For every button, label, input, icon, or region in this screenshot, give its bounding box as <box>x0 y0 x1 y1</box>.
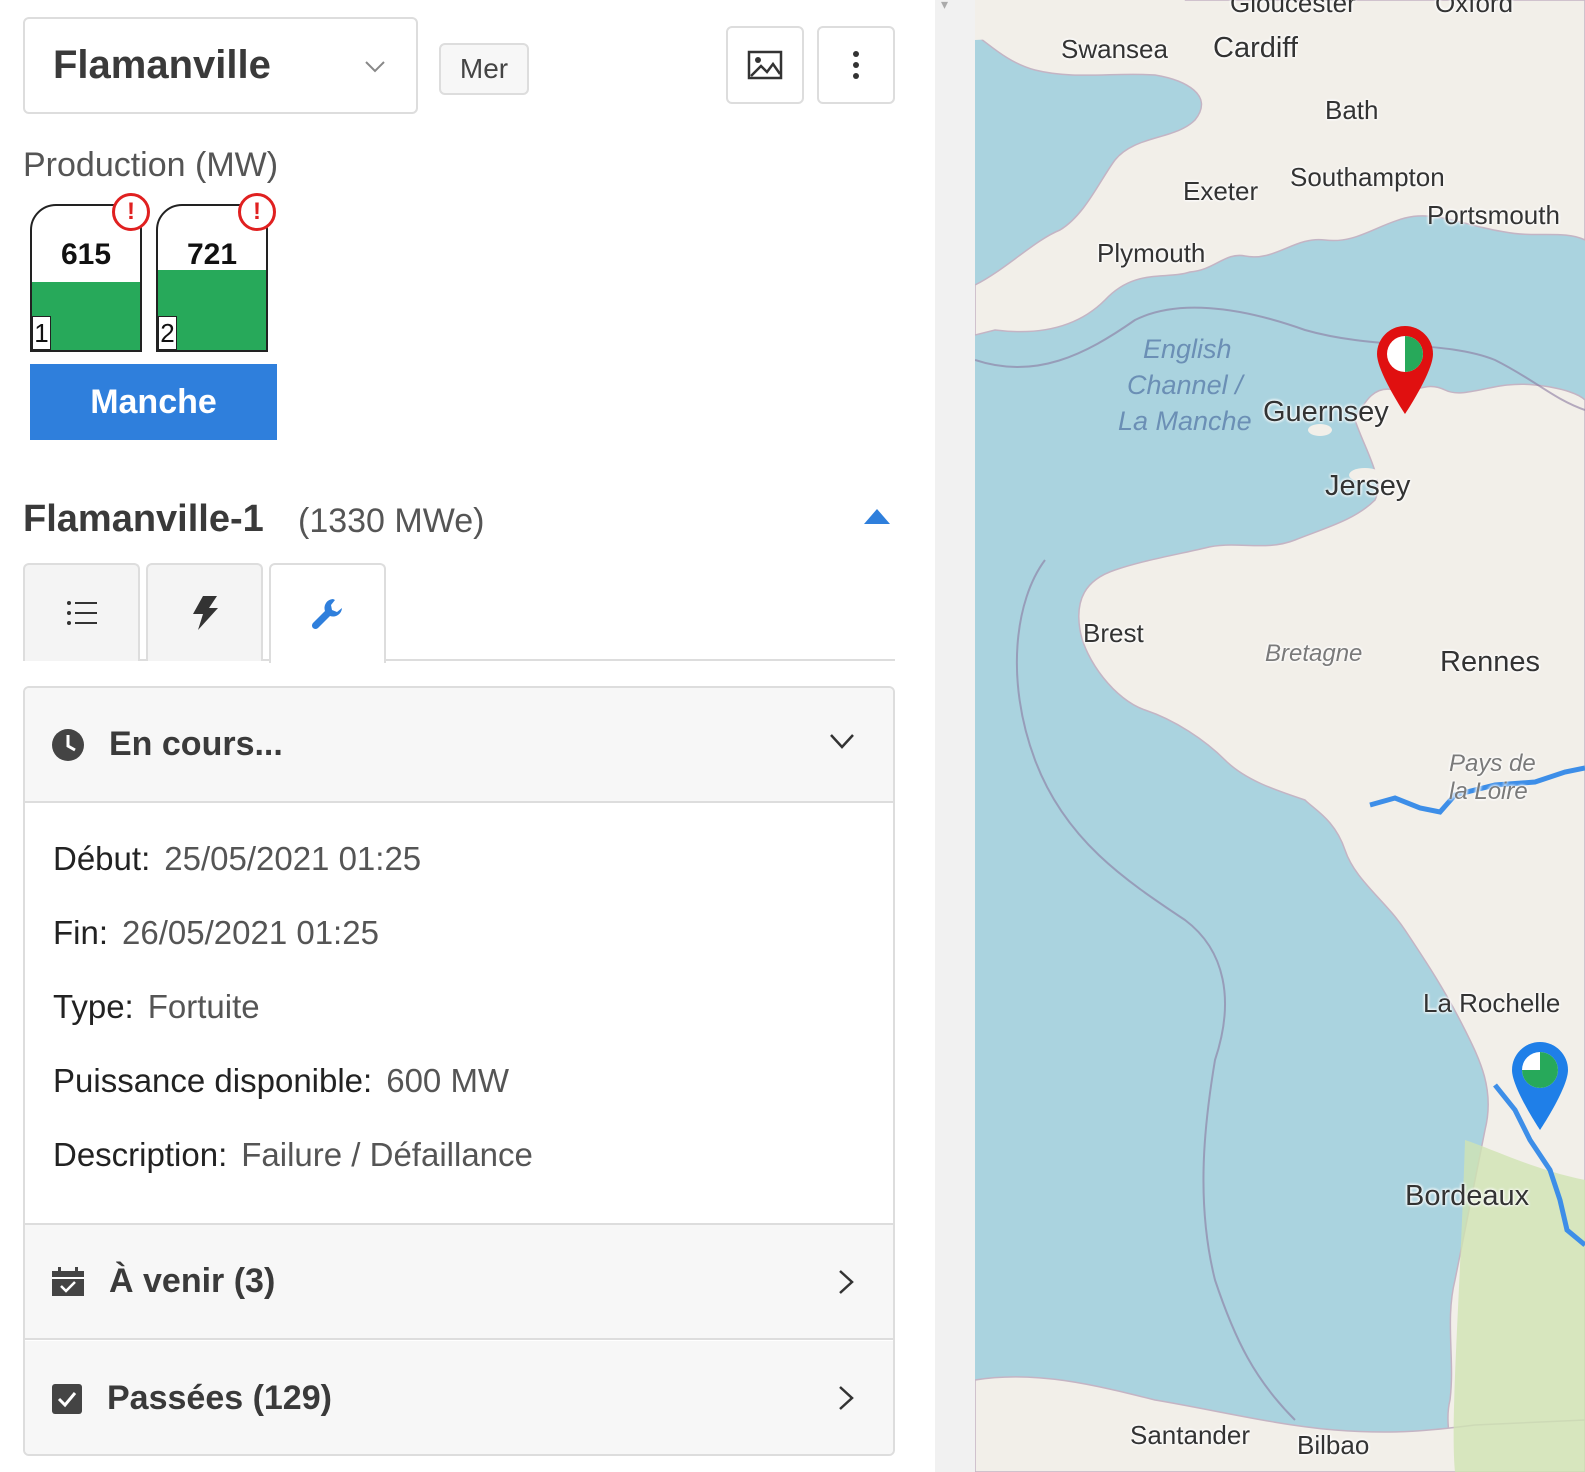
unit-title: Flamanville-1 <box>23 498 264 540</box>
image-icon <box>747 50 783 80</box>
collapse-handle-icon[interactable]: ▾ <box>941 0 961 11</box>
map-label-channel: Channel / <box>1127 370 1243 400</box>
tab-list[interactable] <box>23 563 140 661</box>
map-label-brest: Brest <box>1083 618 1144 648</box>
map-label-bordeaux: Bordeaux <box>1405 1180 1530 1212</box>
past-events-title: Passées (129) <box>107 1379 332 1417</box>
map-label-guernsey: Guernsey <box>1263 396 1389 428</box>
region-button[interactable]: Manche <box>30 364 277 440</box>
image-button[interactable] <box>726 26 804 104</box>
calendar-check-icon <box>52 1266 84 1296</box>
detail-row-type: Type: Fortuite <box>53 988 260 1025</box>
detail-row-start: Début: 25/05/2021 01:25 <box>53 840 422 877</box>
map-label-portsmouth: Portsmouth <box>1427 200 1560 230</box>
more-button[interactable] <box>817 26 895 104</box>
current-events-header[interactable]: En cours... <box>25 688 893 803</box>
site-panel: Flamanville Mer Production (MW) 615 1 ! … <box>0 0 935 1472</box>
map-label-bretagne: Bretagne <box>1265 640 1363 667</box>
map-label-gloucester: Gloucester <box>1230 0 1356 18</box>
current-events-title: En cours... <box>109 725 283 763</box>
map-label-southampton: Southampton <box>1290 162 1445 192</box>
map-label-la-rochelle: La Rochelle <box>1423 988 1561 1018</box>
map-label-oxford: Oxford <box>1435 0 1514 18</box>
clock-icon <box>52 728 84 761</box>
gauge-value: 721 <box>186 238 238 271</box>
wrench-icon <box>311 599 342 630</box>
production-label: Production (MW) <box>23 146 279 184</box>
gauge-index: 1 <box>32 316 51 350</box>
alert-icon: ! <box>238 193 276 231</box>
chevron-right-icon <box>839 1270 854 1294</box>
map-label-la-manche: La Manche <box>1118 406 1252 436</box>
map-label-plymouth: Plymouth <box>1097 238 1206 268</box>
alert-icon: ! <box>112 193 150 231</box>
detail-row-power: Puissance disponible: 600 MW <box>53 1062 510 1099</box>
map-label-swansea: Swansea <box>1061 34 1168 64</box>
chevron-down-icon <box>830 734 854 749</box>
unit-capacity: (1330 MWe) <box>298 502 485 540</box>
more-vertical-icon <box>853 51 859 79</box>
tab-production[interactable] <box>146 563 263 661</box>
chevron-down-icon <box>365 61 385 73</box>
site-type-tag: Mer <box>439 43 529 95</box>
map-label-jersey: Jersey <box>1325 470 1411 502</box>
checkbox-icon <box>52 1383 82 1414</box>
upcoming-events-header[interactable]: À venir (3) <box>25 1225 893 1340</box>
map-label-exeter: Exeter <box>1183 176 1259 206</box>
list-icon <box>66 601 97 625</box>
chevron-right-icon <box>839 1386 854 1410</box>
panel-resize-divider[interactable]: ▾ <box>935 0 975 1472</box>
current-event-details: Début: 25/05/2021 01:25 Fin: 26/05/2021 01… <box>25 804 893 1225</box>
lightning-icon <box>192 596 218 630</box>
tab-maintenance[interactable] <box>269 563 386 663</box>
map-label-bath: Bath <box>1325 95 1379 125</box>
detail-row-description: Description: Failure / Défaillance <box>53 1136 533 1173</box>
upcoming-events-title: À venir (3) <box>109 1262 276 1300</box>
map-view[interactable]: Gloucester Oxford Swansea Cardiff Bath E… <box>975 0 1585 1472</box>
map-label-bilbao: Bilbao <box>1297 1430 1370 1460</box>
map-label-cardiff: Cardiff <box>1213 32 1298 64</box>
unit-tabs <box>23 563 895 663</box>
map-label-english: English <box>1143 334 1232 364</box>
gauge-index: 2 <box>158 316 177 350</box>
map-label-santander: Santander <box>1130 1420 1250 1450</box>
past-events-header[interactable]: Passées (129) <box>25 1341 893 1454</box>
map-label-pays-de: Pays de <box>1449 750 1536 777</box>
map-label-rennes: Rennes <box>1440 646 1540 678</box>
map-label-la-loire: la Loire <box>1449 778 1528 805</box>
site-select[interactable]: Flamanville <box>23 17 418 114</box>
detail-row-end: Fin: 26/05/2021 01:25 <box>53 914 379 951</box>
site-name: Flamanville <box>53 43 271 87</box>
events-accordion: En cours... Début: 25/05/2021 01:25 Fin: 2… <box>23 686 895 1456</box>
collapse-triangle-icon[interactable] <box>864 509 890 524</box>
gauge-value: 615 <box>60 238 112 271</box>
